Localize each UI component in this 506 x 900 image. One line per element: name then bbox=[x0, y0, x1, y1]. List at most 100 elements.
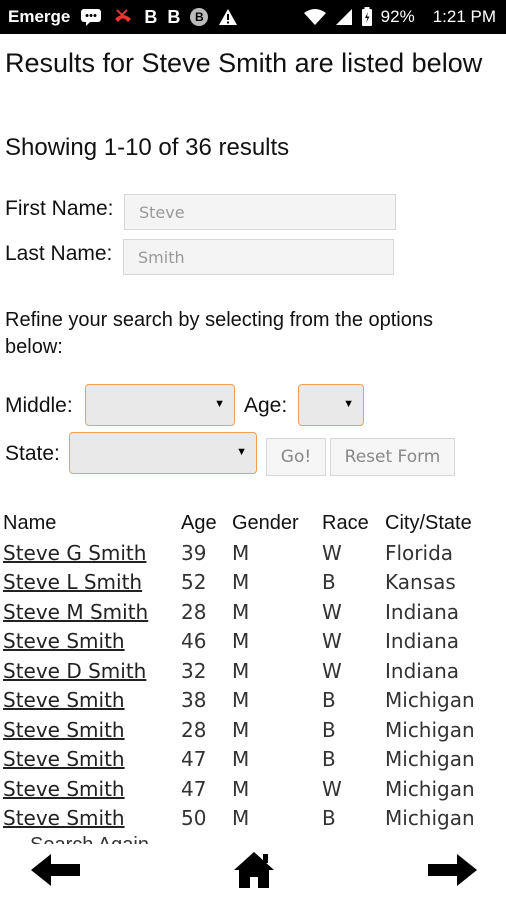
result-gender-cell: M bbox=[232, 540, 250, 565]
first-name-field[interactable]: Steve bbox=[124, 194, 396, 230]
b-icon: B bbox=[167, 6, 181, 27]
result-name-link[interactable]: Steve D Smith bbox=[3, 659, 146, 683]
results-table: Name Age Gender Race City/State Steve G … bbox=[3, 508, 495, 833]
warning-icon bbox=[218, 8, 238, 26]
result-age-cell: 50 bbox=[181, 806, 207, 831]
result-gender-cell: M bbox=[232, 688, 250, 713]
result-gender-cell: M bbox=[232, 776, 250, 801]
middle-label: Middle: bbox=[5, 394, 73, 417]
last-name-field[interactable]: Smith bbox=[123, 239, 394, 275]
result-age-cell: 47 bbox=[181, 747, 207, 772]
result-race-cell: W bbox=[322, 658, 342, 683]
result-age-cell: 28 bbox=[181, 717, 207, 742]
result-name-link[interactable]: Steve Smith bbox=[3, 777, 125, 801]
result-city-state-cell: Florida bbox=[385, 540, 454, 565]
battery-icon bbox=[361, 7, 373, 27]
state-label: State: bbox=[5, 442, 60, 465]
table-row: Steve D Smith 32 M W Indiana bbox=[3, 656, 495, 686]
result-race-cell: B bbox=[322, 570, 336, 595]
column-header-city-state: City/State bbox=[385, 511, 472, 534]
result-name-link[interactable]: Steve Smith bbox=[3, 718, 125, 742]
results-body: Steve G Smith 39 M W Florida Steve L Smith 52 M… bbox=[3, 538, 495, 833]
result-name-link-cell: Steve Smith bbox=[3, 627, 181, 657]
results-count: Showing 1-10 of 36 results bbox=[5, 134, 290, 161]
search-again-link[interactable]: Search Again bbox=[30, 834, 149, 844]
age-select[interactable]: ▼ bbox=[298, 384, 364, 426]
page-content: Results for Steve Smith are listed below… bbox=[0, 34, 506, 844]
result-race-cell: W bbox=[322, 776, 342, 801]
result-gender-cell: M bbox=[232, 806, 250, 831]
result-name-link-cell: Steve Smith bbox=[3, 774, 181, 804]
result-name-link-cell: Steve L Smith bbox=[3, 568, 181, 598]
column-header-name: Name bbox=[3, 511, 57, 534]
status-app-text: Emerge bbox=[8, 7, 71, 26]
result-name-link-cell: Steve M Smith bbox=[3, 597, 181, 627]
table-row: Steve Smith 28 M B Michigan bbox=[3, 715, 495, 745]
result-race-cell: B bbox=[322, 717, 336, 742]
result-age-cell: 28 bbox=[181, 599, 207, 624]
result-gender-cell: M bbox=[232, 629, 250, 654]
battery-percent: 92% bbox=[380, 7, 415, 26]
result-race-cell: W bbox=[322, 540, 342, 565]
result-city-state-cell: Indiana bbox=[385, 658, 460, 683]
result-name-link[interactable]: Steve Smith bbox=[3, 806, 125, 830]
result-city-state-cell: Indiana bbox=[385, 599, 460, 624]
go-button[interactable]: Go! bbox=[266, 438, 326, 476]
middle-select[interactable]: ▼ bbox=[85, 384, 235, 426]
forward-arrow-icon bbox=[427, 853, 477, 892]
first-name-label: First Name: bbox=[5, 197, 114, 220]
column-header-gender: Gender bbox=[232, 511, 299, 534]
wifi-icon bbox=[303, 8, 327, 26]
forward-button[interactable] bbox=[426, 850, 478, 894]
table-row: Steve Smith 47 M B Michigan bbox=[3, 745, 495, 775]
result-city-state-cell: Kansas bbox=[385, 570, 456, 595]
result-name-link[interactable]: Steve L Smith bbox=[3, 570, 142, 594]
result-age-cell: 52 bbox=[181, 570, 207, 595]
table-row: Steve L Smith 52 M B Kansas bbox=[3, 568, 495, 598]
dropdown-arrow-icon: ▼ bbox=[343, 398, 354, 410]
reset-form-button[interactable]: Reset Form bbox=[330, 438, 455, 476]
result-name-link-cell: Steve Smith bbox=[3, 804, 181, 834]
result-race-cell: W bbox=[322, 599, 342, 624]
result-name-link[interactable]: Steve M Smith bbox=[3, 600, 148, 624]
result-gender-cell: M bbox=[232, 747, 250, 772]
result-gender-cell: M bbox=[232, 658, 250, 683]
home-icon bbox=[232, 850, 276, 895]
result-name-link-cell: Steve Smith bbox=[3, 715, 181, 745]
result-race-cell: W bbox=[322, 629, 342, 654]
result-city-state-cell: Michigan bbox=[385, 747, 475, 772]
result-age-cell: 39 bbox=[181, 540, 207, 565]
missed-call-icon bbox=[112, 7, 134, 27]
page-title: Results for Steve Smith are listed below bbox=[5, 48, 483, 78]
result-city-state-cell: Michigan bbox=[385, 806, 475, 831]
result-name-link[interactable]: Steve G Smith bbox=[3, 541, 146, 565]
signal-icon bbox=[335, 8, 353, 26]
table-row: Steve Smith 50 M B Michigan bbox=[3, 804, 495, 834]
result-city-state-cell: Michigan bbox=[385, 688, 475, 713]
age-label: Age: bbox=[244, 394, 288, 417]
table-row: Steve Smith 38 M B Michigan bbox=[3, 686, 495, 716]
result-name-link[interactable]: Steve Smith bbox=[3, 629, 125, 653]
result-name-link[interactable]: Steve Smith bbox=[3, 747, 125, 771]
result-city-state-cell: Michigan bbox=[385, 717, 475, 742]
result-name-link-cell: Steve D Smith bbox=[3, 656, 181, 686]
table-header-row: Name Age Gender Race City/State bbox=[3, 508, 495, 538]
status-time: 1:21 PM bbox=[432, 7, 496, 26]
table-row: Steve Smith 46 M W Indiana bbox=[3, 627, 495, 657]
status-bar: Emerge B B B 92% 1:21 PM bbox=[0, 0, 506, 34]
dropdown-arrow-icon: ▼ bbox=[236, 446, 247, 458]
state-select[interactable]: ▼ bbox=[69, 432, 257, 474]
back-arrow-icon bbox=[31, 853, 81, 892]
result-gender-cell: M bbox=[232, 717, 250, 742]
result-race-cell: B bbox=[322, 747, 336, 772]
table-row: Steve Smith 47 M W Michigan bbox=[3, 774, 495, 804]
result-gender-cell: M bbox=[232, 570, 250, 595]
column-header-age: Age bbox=[181, 511, 217, 534]
b-icon: B bbox=[144, 6, 158, 27]
result-name-link-cell: Steve G Smith bbox=[3, 538, 181, 568]
last-name-label: Last Name: bbox=[5, 242, 113, 265]
result-race-cell: B bbox=[322, 806, 336, 831]
home-button[interactable] bbox=[231, 850, 277, 894]
back-button[interactable] bbox=[30, 850, 82, 894]
result-name-link[interactable]: Steve Smith bbox=[3, 688, 125, 712]
